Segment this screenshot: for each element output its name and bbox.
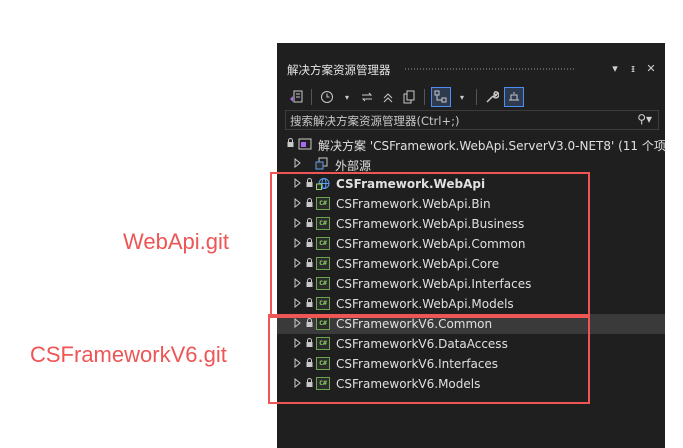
solution-node[interactable]: 解决方案 'CSFramework.WebApi.ServerV3.0-NET8…	[277, 134, 665, 154]
toolbar-separator	[476, 89, 477, 105]
view-dropdown[interactable]: ▾	[454, 87, 470, 107]
search-placeholder: 搜索解决方案资源管理器(Ctrl+;)	[290, 114, 460, 128]
collapse-all-icon	[383, 93, 393, 103]
close-button[interactable]: ✕	[645, 62, 657, 75]
window-position-button[interactable]: ▾	[609, 62, 621, 75]
collapse-all-button[interactable]	[379, 87, 397, 107]
expand-arrow-icon	[294, 158, 301, 168]
tree-view-icon	[434, 90, 447, 103]
solution-icon	[298, 138, 312, 150]
preview-icon	[509, 92, 519, 101]
annotation-webapi-git: WebApi.git	[123, 229, 229, 254]
annotation-csframeworkv6-git: CSFrameworkV6.git	[30, 342, 227, 367]
preview-selected-items-button[interactable]	[504, 87, 524, 107]
external-sources-icon	[315, 157, 328, 170]
sync-button[interactable]	[358, 87, 376, 107]
panel-titlebar: 解决方案资源管理器 ▾ ᵻ ✕	[277, 43, 665, 77]
toolbar-separator	[424, 89, 425, 105]
lock-icon	[287, 138, 294, 147]
pin-icon[interactable]: ᵻ	[627, 62, 639, 75]
search-box[interactable]: 搜索解决方案资源管理器(Ctrl+;) ⚲▾	[285, 110, 659, 130]
files-icon	[403, 90, 415, 104]
show-all-files-button[interactable]	[400, 87, 418, 107]
solution-toolbar: ▾ ▾	[277, 84, 665, 110]
switch-views-button[interactable]	[287, 87, 305, 107]
webapi-highlight-box	[270, 172, 590, 318]
panel-title: 解决方案资源管理器	[287, 63, 391, 77]
toolbar-separator	[311, 89, 312, 105]
sync-with-active-document-button[interactable]	[431, 87, 451, 107]
clock-icon	[321, 91, 333, 103]
titlebar-buttons: ▾ ᵻ ✕	[609, 62, 657, 75]
pending-changes-dropdown[interactable]: ▾	[339, 87, 355, 107]
sync-arrows-icon	[361, 92, 373, 102]
wrench-icon	[486, 91, 499, 103]
external-sources-node[interactable]: 外部源	[277, 154, 665, 174]
switch-views-icon	[290, 90, 303, 103]
pending-changes-button[interactable]	[318, 87, 336, 107]
solution-label: 解决方案 'CSFramework.WebApi.ServerV3.0-NET8…	[318, 139, 665, 153]
csframeworkv6-highlight-box	[268, 314, 590, 404]
title-drag-dots	[405, 68, 575, 70]
search-icon[interactable]: ⚲▾	[637, 112, 652, 126]
properties-button[interactable]	[483, 87, 501, 107]
